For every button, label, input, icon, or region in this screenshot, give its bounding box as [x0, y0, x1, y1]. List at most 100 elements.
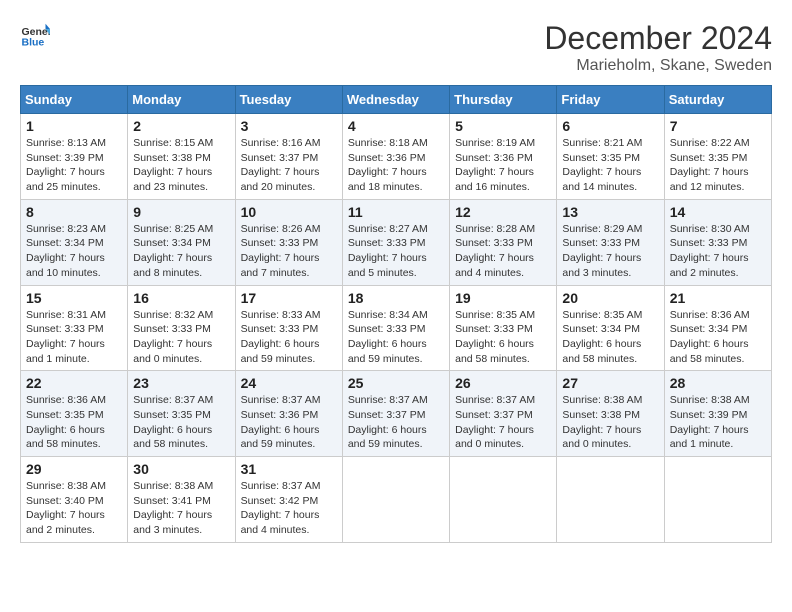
weekday-header-tuesday: Tuesday [235, 86, 342, 114]
day-number: 10 [241, 204, 337, 220]
day-info: Sunrise: 8:16 AM Sunset: 3:37 PM Dayligh… [241, 136, 337, 195]
day-info: Sunrise: 8:35 AM Sunset: 3:34 PM Dayligh… [562, 308, 658, 367]
week-row-2: 15 Sunrise: 8:31 AM Sunset: 3:33 PM Dayli… [21, 285, 772, 371]
calendar-cell: 31 Sunrise: 8:37 AM Sunset: 3:42 PM Dayli… [235, 457, 342, 543]
day-info: Sunrise: 8:30 AM Sunset: 3:33 PM Dayligh… [670, 222, 766, 281]
day-info: Sunrise: 8:25 AM Sunset: 3:34 PM Dayligh… [133, 222, 229, 281]
calendar-cell: 8 Sunrise: 8:23 AM Sunset: 3:34 PM Daylig… [21, 199, 128, 285]
day-info: Sunrise: 8:33 AM Sunset: 3:33 PM Dayligh… [241, 308, 337, 367]
day-info: Sunrise: 8:22 AM Sunset: 3:35 PM Dayligh… [670, 136, 766, 195]
day-number: 29 [26, 461, 122, 477]
calendar-cell: 2 Sunrise: 8:15 AM Sunset: 3:38 PM Daylig… [128, 114, 235, 200]
week-row-4: 29 Sunrise: 8:38 AM Sunset: 3:40 PM Dayli… [21, 457, 772, 543]
day-info: Sunrise: 8:37 AM Sunset: 3:35 PM Dayligh… [133, 393, 229, 452]
day-info: Sunrise: 8:38 AM Sunset: 3:39 PM Dayligh… [670, 393, 766, 452]
day-info: Sunrise: 8:34 AM Sunset: 3:33 PM Dayligh… [348, 308, 444, 367]
day-info: Sunrise: 8:32 AM Sunset: 3:33 PM Dayligh… [133, 308, 229, 367]
calendar-cell [450, 457, 557, 543]
day-number: 6 [562, 118, 658, 134]
calendar-cell: 15 Sunrise: 8:31 AM Sunset: 3:33 PM Dayli… [21, 285, 128, 371]
calendar-cell: 29 Sunrise: 8:38 AM Sunset: 3:40 PM Dayli… [21, 457, 128, 543]
day-info: Sunrise: 8:36 AM Sunset: 3:35 PM Dayligh… [26, 393, 122, 452]
day-info: Sunrise: 8:31 AM Sunset: 3:33 PM Dayligh… [26, 308, 122, 367]
calendar-cell: 21 Sunrise: 8:36 AM Sunset: 3:34 PM Dayli… [664, 285, 771, 371]
day-info: Sunrise: 8:19 AM Sunset: 3:36 PM Dayligh… [455, 136, 551, 195]
day-number: 11 [348, 204, 444, 220]
day-info: Sunrise: 8:28 AM Sunset: 3:33 PM Dayligh… [455, 222, 551, 281]
day-info: Sunrise: 8:15 AM Sunset: 3:38 PM Dayligh… [133, 136, 229, 195]
day-info: Sunrise: 8:27 AM Sunset: 3:33 PM Dayligh… [348, 222, 444, 281]
weekday-header-monday: Monday [128, 86, 235, 114]
day-number: 9 [133, 204, 229, 220]
day-number: 31 [241, 461, 337, 477]
day-number: 3 [241, 118, 337, 134]
calendar-cell: 28 Sunrise: 8:38 AM Sunset: 3:39 PM Dayli… [664, 371, 771, 457]
day-number: 12 [455, 204, 551, 220]
calendar-cell: 1 Sunrise: 8:13 AM Sunset: 3:39 PM Daylig… [21, 114, 128, 200]
day-info: Sunrise: 8:26 AM Sunset: 3:33 PM Dayligh… [241, 222, 337, 281]
day-number: 20 [562, 290, 658, 306]
day-info: Sunrise: 8:21 AM Sunset: 3:35 PM Dayligh… [562, 136, 658, 195]
calendar-cell: 13Sunrise: 8:29 AM Sunset: 3:33 PM Dayli… [557, 199, 664, 285]
day-number: 15 [26, 290, 122, 306]
weekday-header-sunday: Sunday [21, 86, 128, 114]
day-number: 14 [670, 204, 766, 220]
day-number: 19 [455, 290, 551, 306]
svg-text:Blue: Blue [22, 37, 45, 49]
calendar-cell: 11 Sunrise: 8:27 AM Sunset: 3:33 PM Dayli… [342, 199, 449, 285]
day-info: Sunrise: 8:37 AM Sunset: 3:37 PM Dayligh… [455, 393, 551, 452]
day-info: Sunrise: 8:37 AM Sunset: 3:37 PM Dayligh… [348, 393, 444, 452]
calendar-cell: 9 Sunrise: 8:25 AM Sunset: 3:34 PM Daylig… [128, 199, 235, 285]
calendar-cell: 30 Sunrise: 8:38 AM Sunset: 3:41 PM Dayli… [128, 457, 235, 543]
calendar-cell: 22 Sunrise: 8:36 AM Sunset: 3:35 PM Dayli… [21, 371, 128, 457]
day-number: 26 [455, 375, 551, 391]
day-number: 7 [670, 118, 766, 134]
day-number: 30 [133, 461, 229, 477]
day-number: 16 [133, 290, 229, 306]
calendar-cell: 10 Sunrise: 8:26 AM Sunset: 3:33 PM Dayli… [235, 199, 342, 285]
calendar-cell: 26 Sunrise: 8:37 AM Sunset: 3:37 PM Dayli… [450, 371, 557, 457]
day-number: 21 [670, 290, 766, 306]
week-row-3: 22 Sunrise: 8:36 AM Sunset: 3:35 PM Dayli… [21, 371, 772, 457]
calendar-cell: 20 Sunrise: 8:35 AM Sunset: 3:34 PM Dayli… [557, 285, 664, 371]
day-info: Sunrise: 8:38 AM Sunset: 3:40 PM Dayligh… [26, 479, 122, 538]
week-row-0: 1 Sunrise: 8:13 AM Sunset: 3:39 PM Daylig… [21, 114, 772, 200]
day-number: 13 [562, 204, 658, 220]
day-info: Sunrise: 8:37 AM Sunset: 3:36 PM Dayligh… [241, 393, 337, 452]
day-info: Sunrise: 8:36 AM Sunset: 3:34 PM Dayligh… [670, 308, 766, 367]
day-info: Sunrise: 8:38 AM Sunset: 3:41 PM Dayligh… [133, 479, 229, 538]
day-number: 8 [26, 204, 122, 220]
month-title: December 2024 [544, 20, 772, 57]
week-row-1: 8 Sunrise: 8:23 AM Sunset: 3:34 PM Daylig… [21, 199, 772, 285]
day-info: Sunrise: 8:13 AM Sunset: 3:39 PM Dayligh… [26, 136, 122, 195]
day-info: Sunrise: 8:23 AM Sunset: 3:34 PM Dayligh… [26, 222, 122, 281]
day-number: 2 [133, 118, 229, 134]
day-number: 22 [26, 375, 122, 391]
weekday-header-wednesday: Wednesday [342, 86, 449, 114]
calendar-cell: 24 Sunrise: 8:37 AM Sunset: 3:36 PM Dayli… [235, 371, 342, 457]
calendar-cell [342, 457, 449, 543]
calendar-cell: 5Sunrise: 8:19 AM Sunset: 3:36 PM Daylig… [450, 114, 557, 200]
calendar-cell: 3 Sunrise: 8:16 AM Sunset: 3:37 PM Daylig… [235, 114, 342, 200]
day-info: Sunrise: 8:35 AM Sunset: 3:33 PM Dayligh… [455, 308, 551, 367]
day-info: Sunrise: 8:37 AM Sunset: 3:42 PM Dayligh… [241, 479, 337, 538]
calendar-cell: 6 Sunrise: 8:21 AM Sunset: 3:35 PM Daylig… [557, 114, 664, 200]
calendar-cell [557, 457, 664, 543]
weekday-header-friday: Friday [557, 86, 664, 114]
logo: General Blue [20, 20, 50, 50]
day-number: 4 [348, 118, 444, 134]
day-number: 24 [241, 375, 337, 391]
calendar-cell: 4Sunrise: 8:18 AM Sunset: 3:36 PM Daylig… [342, 114, 449, 200]
page-header: General Blue December 2024 Marieholm, Sk… [20, 20, 772, 75]
day-number: 1 [26, 118, 122, 134]
calendar-cell: 18 Sunrise: 8:34 AM Sunset: 3:33 PM Dayli… [342, 285, 449, 371]
calendar-cell: 17Sunrise: 8:33 AM Sunset: 3:33 PM Dayli… [235, 285, 342, 371]
calendar-cell: 27Sunrise: 8:38 AM Sunset: 3:38 PM Dayli… [557, 371, 664, 457]
weekday-header-row: SundayMondayTuesdayWednesdayThursdayFrid… [21, 86, 772, 114]
calendar-cell: 19 Sunrise: 8:35 AM Sunset: 3:33 PM Dayli… [450, 285, 557, 371]
day-number: 28 [670, 375, 766, 391]
calendar-cell [664, 457, 771, 543]
calendar-cell: 25Sunrise: 8:37 AM Sunset: 3:37 PM Dayli… [342, 371, 449, 457]
calendar-cell: 12 Sunrise: 8:28 AM Sunset: 3:33 PM Dayli… [450, 199, 557, 285]
day-number: 18 [348, 290, 444, 306]
